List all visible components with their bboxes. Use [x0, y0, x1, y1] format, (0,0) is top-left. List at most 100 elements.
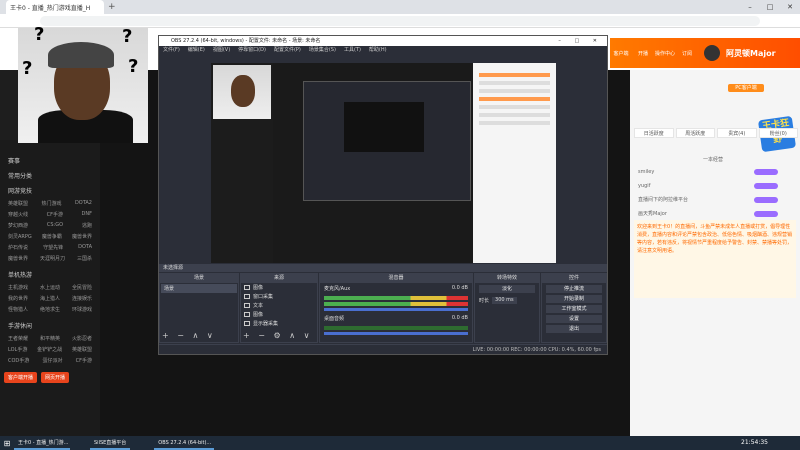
- category-link[interactable]: 三国杀: [77, 255, 92, 262]
- menu-view[interactable]: 视图(V): [213, 46, 230, 55]
- category-link[interactable]: 水上运动: [40, 284, 60, 291]
- start-recording-button[interactable]: 开始录制: [546, 295, 602, 303]
- browser-tab-active[interactable]: 王卡0 - 直播_热门游戏直播_H: [6, 0, 104, 14]
- mixer-channel-label: 桌面音频: [324, 316, 345, 322]
- category-link[interactable]: 绝地求生: [40, 306, 60, 313]
- volume-slider[interactable]: [324, 332, 468, 335]
- category-link[interactable]: CF手游: [76, 357, 92, 364]
- category-link[interactable]: 梦幻西游: [8, 222, 28, 229]
- volume-slider[interactable]: [324, 308, 468, 311]
- category-link[interactable]: COD手游: [8, 357, 29, 364]
- category-link[interactable]: 海上猎人: [40, 295, 60, 302]
- scene-item[interactable]: 场景: [161, 284, 237, 293]
- broadcast-icon[interactable]: 开播: [632, 50, 654, 57]
- new-tab-button[interactable]: +: [108, 2, 116, 12]
- category-link[interactable]: 逃跑: [82, 222, 92, 229]
- category-row: 穿越火线 CF手游 DNF: [4, 209, 96, 220]
- close-button[interactable]: ✕: [780, 0, 800, 14]
- category-link[interactable]: 魔兽世界: [72, 233, 92, 240]
- category-link[interactable]: 守望先锋: [43, 244, 63, 251]
- tab-weekly-active[interactable]: 周活跃度: [675, 128, 715, 138]
- scenes-dock: 场景 场景 + − ∧ ∨: [159, 273, 239, 343]
- maximize-button[interactable]: □: [760, 0, 780, 14]
- category-link[interactable]: DOTA2: [75, 200, 92, 207]
- preview-webcam: [213, 65, 271, 119]
- chat-row: 直播间下的阿拉维平台: [638, 196, 788, 204]
- studio-mode-button[interactable]: 工作室模式: [546, 305, 602, 313]
- user-badge: [754, 169, 778, 175]
- category-link[interactable]: 热门游戏: [41, 200, 61, 207]
- category-link[interactable]: 蛋仔派对: [42, 357, 62, 364]
- avatar[interactable]: [704, 45, 720, 61]
- category-link[interactable]: 和平精英: [40, 335, 60, 342]
- source-controls[interactable]: + − ⚙ ∧ ∨: [243, 331, 312, 340]
- transitions-dock-title: 转场特效: [475, 274, 539, 283]
- menu-docks[interactable]: 停靠窗口(D): [238, 46, 266, 55]
- source-item[interactable]: 显示器采集: [241, 319, 317, 328]
- menu-file[interactable]: 文件(F): [163, 46, 180, 55]
- category-link[interactable]: 环球游戏: [72, 306, 92, 313]
- category-link[interactable]: 天涯明月刀: [40, 255, 65, 262]
- menu-esports[interactable]: 赛事: [8, 156, 96, 165]
- stop-stream-button[interactable]: 停止推流: [546, 285, 602, 293]
- category-link[interactable]: 金铲铲之战: [37, 346, 62, 353]
- mobile-games-heading: 手游休闲: [8, 323, 33, 330]
- category-link[interactable]: 全民冒险: [72, 284, 92, 291]
- minimize-button[interactable]: –: [740, 0, 760, 14]
- category-link[interactable]: CF手游: [47, 211, 63, 218]
- category-link[interactable]: DOTA: [78, 244, 92, 251]
- category-link[interactable]: 炉石传说: [8, 244, 28, 251]
- sources-dock: 来源 图像 窗口采集 文本 图像 显示器采集 + − ⚙ ∧ ∨: [240, 273, 318, 343]
- client-broadcast-button[interactable]: 客户端开播: [4, 372, 38, 383]
- address-bar[interactable]: [40, 16, 760, 26]
- source-item[interactable]: 图像: [241, 310, 317, 319]
- web-broadcast-button[interactable]: 网页开播: [41, 372, 70, 383]
- category-link[interactable]: LOL手游: [8, 346, 27, 353]
- duration-input[interactable]: 300 ms: [492, 297, 517, 304]
- exit-button[interactable]: 退出: [546, 325, 602, 333]
- transition-select[interactable]: 淡化: [479, 285, 535, 293]
- menu-edit[interactable]: 编辑(E): [188, 46, 205, 55]
- category-link[interactable]: 剑灵ARPG: [8, 233, 32, 240]
- menu-help[interactable]: 帮助(H): [369, 46, 387, 55]
- category-link[interactable]: 英雄联盟: [72, 346, 92, 353]
- source-item[interactable]: 窗口采集: [241, 292, 317, 301]
- windows-start-icon[interactable]: ⊞: [0, 439, 14, 448]
- category-link[interactable]: 魔兽争霸: [42, 233, 62, 240]
- category-link[interactable]: 连接娱乐: [72, 295, 92, 302]
- pc-client-button[interactable]: PC客户端: [728, 84, 764, 92]
- category-link[interactable]: 火影忍者: [72, 335, 92, 342]
- category-link[interactable]: 王者荣耀: [8, 335, 28, 342]
- tab-fans[interactable]: 粉丝(0): [758, 128, 798, 138]
- category-link[interactable]: 主机游戏: [8, 284, 28, 291]
- taskbar-platform[interactable]: SilSE直播平台: [90, 436, 131, 450]
- client-icon[interactable]: 客户端: [610, 50, 632, 57]
- tab-daily-active[interactable]: 日活跃度: [634, 128, 674, 138]
- category-link[interactable]: 我的世界: [8, 295, 28, 302]
- settings-button[interactable]: 设置: [546, 315, 602, 323]
- taskbar-obs[interactable]: OBS 27.2.4 (64-bit)...: [154, 436, 215, 450]
- tab-vip[interactable]: 贵宾(4): [717, 128, 757, 138]
- menu-tools[interactable]: 工具(T): [344, 46, 361, 55]
- obs-title-bar: OBS 27.2.4 (64-bit, windows) - 配置文件: 未命名…: [159, 36, 607, 46]
- scene-controls[interactable]: + − ∧ ∨: [162, 331, 216, 340]
- obs-preview[interactable]: [211, 63, 556, 263]
- obs-menu-bar: 文件(F) 编辑(E) 视图(V) 停靠窗口(D) 配置文件(P) 场景集合(S…: [159, 46, 607, 55]
- taskbar-browser[interactable]: 王卡0 - 直播_热门游...: [14, 436, 70, 450]
- source-item[interactable]: 文本: [241, 301, 317, 310]
- category-link[interactable]: 魔兽世界: [8, 255, 28, 262]
- menu-scene-collection[interactable]: 场景集合(S): [309, 46, 336, 55]
- chat-row: yugif: [638, 182, 788, 190]
- category-row: 魔兽世界 天涯明月刀 三国杀: [4, 253, 96, 264]
- category-link[interactable]: CS:GO: [47, 222, 63, 229]
- category-link[interactable]: 穿越火线: [8, 211, 28, 218]
- category-link[interactable]: DNF: [82, 211, 92, 218]
- obs-window-controls[interactable]: – □ ✕: [558, 36, 603, 46]
- source-item[interactable]: 图像: [241, 283, 317, 292]
- subscribe-icon[interactable]: 订阅: [676, 50, 698, 57]
- center-icon[interactable]: 操作中心: [654, 50, 676, 57]
- category-link[interactable]: 英雄联盟: [8, 200, 28, 207]
- user-name[interactable]: 阿灵顿Major: [726, 48, 776, 59]
- menu-profile[interactable]: 配置文件(P): [274, 46, 301, 55]
- category-link[interactable]: 怪物猎人: [8, 306, 28, 313]
